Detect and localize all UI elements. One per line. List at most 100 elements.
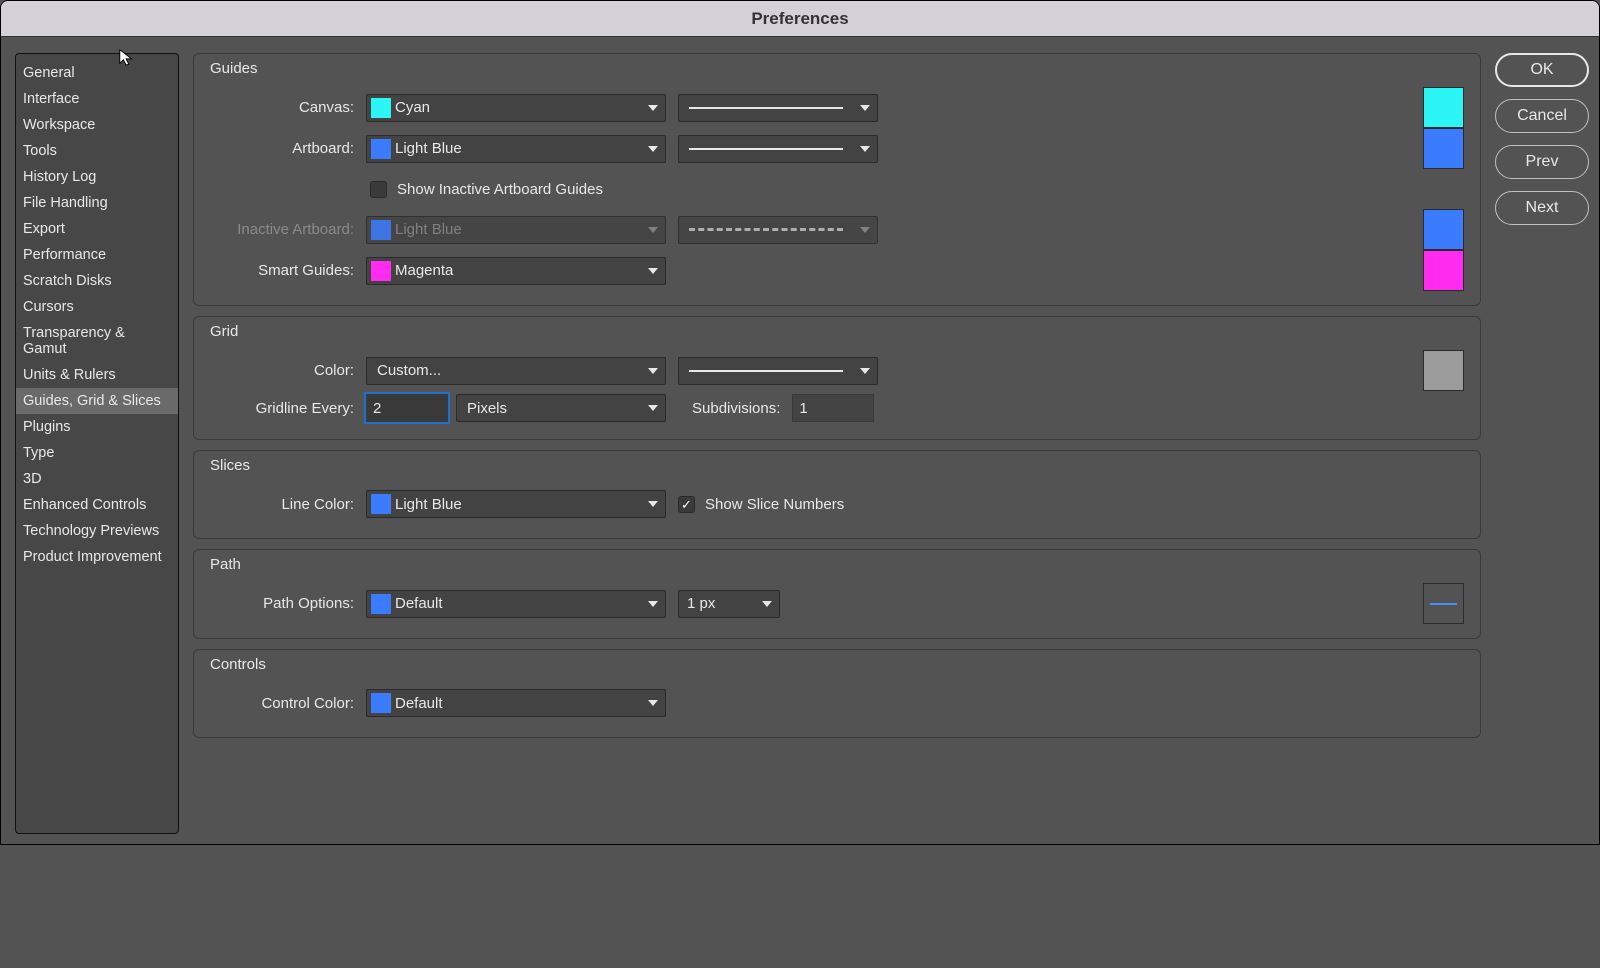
path-thickness-select[interactable]: 1 px [678,590,780,618]
chevron-down-icon [641,146,665,152]
smart-swatch-preview[interactable] [1423,250,1464,291]
cancel-button[interactable]: Cancel [1495,99,1589,133]
body-area: General Interface Workspace Tools Histor… [1,37,1599,844]
control-color-value: Default [395,695,641,712]
gridline-every-label: Gridline Every: [210,400,354,417]
chevron-down-icon [853,146,877,152]
sidebar-item-tools[interactable]: Tools [16,138,178,164]
canvas-label: Canvas: [210,99,354,116]
smart-swatch-icon [371,261,391,281]
path-options-label: Path Options: [210,595,354,612]
button-column: OK Cancel Prev Next [1495,53,1589,834]
sidebar-item-3d[interactable]: 3D [16,466,178,492]
row-path-options: Path Options: Default 1 px [210,583,1464,624]
row-canvas: Canvas: Cyan [210,87,1464,128]
sidebar-item-transparency-gamut[interactable]: Transparency & Gamut [16,320,178,362]
grid-swatch-preview[interactable] [1423,350,1464,391]
show-inactive-checkbox[interactable] [370,181,387,198]
row-grid-color: Color: Custom... [210,350,1464,391]
grid-line-style-select[interactable] [678,357,878,385]
show-slice-numbers-wrap: Show Slice Numbers [678,496,844,513]
sidebar-item-guides-grid-slices[interactable]: Guides, Grid & Slices [16,388,178,414]
chevron-down-icon [641,227,665,233]
row-control-color: Control Color: Default [210,683,1464,723]
slice-linecolor-label: Line Color: [210,496,354,513]
control-color-label: Control Color: [210,695,354,712]
sidebar: General Interface Workspace Tools Histor… [15,53,179,834]
sidebar-item-history-log[interactable]: History Log [16,164,178,190]
show-slice-numbers-checkbox[interactable] [678,496,695,513]
control-color-select[interactable]: Default [366,689,666,717]
sidebar-item-type[interactable]: Type [16,440,178,466]
sidebar-item-technology-previews[interactable]: Technology Previews [16,518,178,544]
grid-color-select[interactable]: Custom... [366,357,666,385]
group-title-path: Path [210,556,1464,573]
row-artboard: Artboard: Light Blue [210,128,1464,169]
chevron-down-icon [641,368,665,374]
sidebar-item-units-rulers[interactable]: Units & Rulers [16,362,178,388]
chevron-down-icon [641,268,665,274]
group-slices: Slices Line Color: Light Blue Show Slice… [193,450,1481,539]
group-grid: Grid Color: Custom... Gridline Every: [193,316,1481,440]
row-slice-linecolor: Line Color: Light Blue Show Slice Number… [210,484,1464,524]
canvas-color-select[interactable]: Cyan [366,94,666,122]
sidebar-item-plugins[interactable]: Plugins [16,414,178,440]
sidebar-item-general[interactable]: General [16,60,178,86]
sidebar-item-enhanced-controls[interactable]: Enhanced Controls [16,492,178,518]
chevron-down-icon [853,227,877,233]
sidebar-item-export[interactable]: Export [16,216,178,242]
grid-color-value: Custom... [371,362,641,379]
line-solid-icon [689,148,843,150]
canvas-swatch-preview[interactable] [1423,87,1464,128]
artboard-swatch-preview[interactable] [1423,128,1464,169]
inactive-artboard-label: Inactive Artboard: [210,221,354,238]
gridline-unit-value: Pixels [467,400,641,417]
group-title-grid: Grid [210,323,1464,340]
slice-swatch-icon [371,494,391,514]
path-swatch-icon [371,594,391,614]
group-guides: Guides Canvas: Cyan Artboard: [193,53,1481,306]
group-title-slices: Slices [210,457,1464,474]
sidebar-item-file-handling[interactable]: File Handling [16,190,178,216]
artboard-color-select[interactable]: Light Blue [366,135,666,163]
sidebar-item-performance[interactable]: Performance [16,242,178,268]
show-inactive-label: Show Inactive Artboard Guides [397,181,603,198]
path-options-value: Default [395,595,641,612]
chevron-down-icon [853,105,877,111]
slice-linecolor-select[interactable]: Light Blue [366,490,666,518]
canvas-color-value: Cyan [395,99,641,116]
sidebar-item-interface[interactable]: Interface [16,86,178,112]
path-options-select[interactable]: Default [366,590,666,618]
path-preview [1423,583,1464,624]
row-show-inactive: Show Inactive Artboard Guides [370,169,1464,209]
line-solid-icon [689,370,843,372]
gridline-every-input[interactable] [366,394,448,422]
gridline-unit-select[interactable]: Pixels [456,394,666,422]
chevron-down-icon [853,368,877,374]
show-slice-numbers-label: Show Slice Numbers [705,496,844,513]
sidebar-item-workspace[interactable]: Workspace [16,112,178,138]
sidebar-item-product-improvement[interactable]: Product Improvement [16,544,178,570]
sidebar-item-cursors[interactable]: Cursors [16,294,178,320]
inactive-artboard-color-select: Light Blue [366,216,666,244]
artboard-line-style-select[interactable] [678,135,878,163]
sidebar-item-scratch-disks[interactable]: Scratch Disks [16,268,178,294]
group-path: Path Path Options: Default 1 px [193,549,1481,639]
smart-guides-color-value: Magenta [395,262,641,279]
line-dashed-icon [689,228,843,231]
subdivisions-input[interactable] [792,394,874,422]
window-title: Preferences [751,9,848,29]
chevron-down-icon [641,501,665,507]
smart-guides-color-select[interactable]: Magenta [366,257,666,285]
inactive-artboard-line-style-select [678,216,878,244]
ok-button[interactable]: OK [1495,53,1589,87]
next-button[interactable]: Next [1495,191,1589,225]
canvas-swatch-icon [371,98,391,118]
prev-button[interactable]: Prev [1495,145,1589,179]
chevron-down-icon [641,105,665,111]
content: Guides Canvas: Cyan Artboard: [193,53,1481,834]
row-smart-guides: Smart Guides: Magenta [210,250,1464,291]
inactive-swatch-preview[interactable] [1423,209,1464,250]
canvas-line-style-select[interactable] [678,94,878,122]
chevron-down-icon [641,405,665,411]
